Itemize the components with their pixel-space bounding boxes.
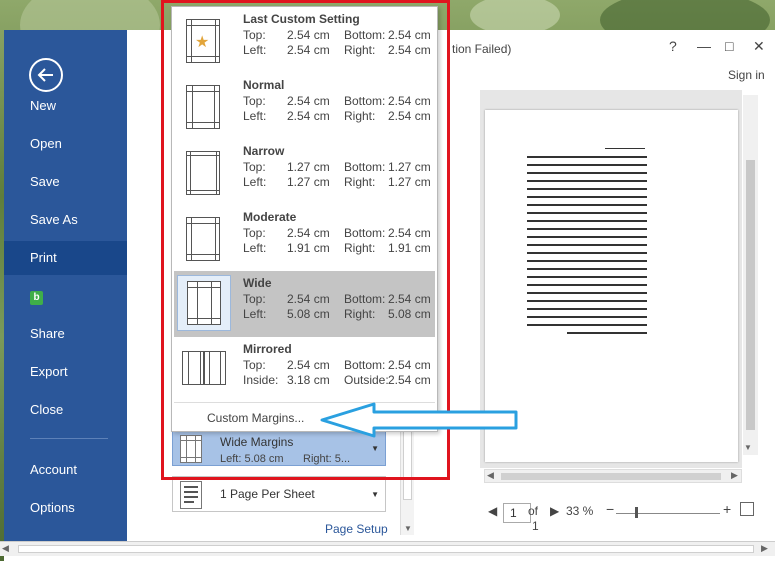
text-line [527,244,647,246]
text-line [527,308,647,310]
text-line [527,300,647,302]
nav-share[interactable]: Share [4,317,127,351]
nav-save-as[interactable]: Save As [4,203,127,237]
nav-close[interactable]: Close [4,393,127,427]
sign-in-link[interactable]: Sign in [728,68,765,82]
pages-per-sheet-dropdown[interactable]: 1 Page Per Sheet ▼ [172,476,386,512]
window-hscroll-thumb[interactable] [18,545,754,553]
zoom-slider-thumb[interactable] [635,507,638,518]
minimize-button[interactable]: — [697,38,711,54]
text-line [527,164,647,166]
text-line [527,284,647,286]
text-line [527,236,647,238]
text-line [527,188,647,190]
page-next-icon[interactable]: ▶ [550,504,559,518]
nav-export[interactable]: Export [4,355,127,389]
scroll-left-icon[interactable]: ◀ [487,470,494,481]
page-number-input[interactable]: 1 [503,503,531,523]
arrow-left-icon [320,402,518,438]
zoom-to-page-icon[interactable] [740,502,754,516]
close-button[interactable]: ✕ [753,38,765,55]
text-line [527,268,647,270]
text-line [605,148,645,149]
preview-scroll-thumb[interactable] [746,160,755,430]
scroll-right-icon[interactable]: ▶ [731,470,738,481]
preview-page [485,110,738,462]
page-prev-icon[interactable]: ◀ [488,504,497,518]
page-of-label: of [528,504,539,518]
help-button[interactable]: ? [669,38,677,54]
chevron-down-icon: ▼ [371,490,379,499]
text-line [527,196,647,198]
scroll-right-icon[interactable]: ▶ [761,543,768,554]
text-line [527,180,647,182]
text-line [527,292,647,294]
text-line [527,220,647,222]
nav-addin[interactable]: b [4,279,127,313]
nav-new[interactable]: New [4,89,127,123]
scroll-left-icon[interactable]: ◀ [2,543,9,554]
scroll-down-icon[interactable]: ▼ [404,524,412,533]
nav-print[interactable]: Print [4,241,127,275]
zoom-in-button[interactable]: + [723,501,731,517]
nav-open[interactable]: Open [4,127,127,161]
window-horizontal-scrollbar[interactable]: ◀ ▶ [0,541,775,556]
text-line [527,212,647,214]
preview-horizontal-scrollbar[interactable]: ◀ ▶ [484,469,742,483]
text-line [527,156,647,158]
window-title: tion Failed) [452,42,512,56]
page-total: 1 [532,519,539,533]
scroll-down-icon[interactable]: ▼ [744,443,752,452]
text-line [527,228,647,230]
restore-button[interactable]: □ [725,38,733,54]
back-button[interactable] [29,58,63,92]
nav-save[interactable]: Save [4,165,127,199]
text-line [527,276,647,278]
text-line [527,324,647,326]
nav-account[interactable]: Account [4,453,127,487]
text-line [527,316,647,318]
text-line [567,332,647,334]
nav-separator [30,438,108,439]
text-line [527,204,647,206]
text-line [527,172,647,174]
arrow-left-icon [37,68,53,82]
page-setup-link[interactable]: Page Setup [325,522,388,536]
text-line [527,260,647,262]
nav-options[interactable]: Options [4,491,127,525]
text-line [527,252,647,254]
zoom-slider[interactable] [616,513,720,514]
page-icon [180,481,202,509]
preview-hscroll-thumb[interactable] [501,473,721,480]
backstage-sidebar: New Open Save Save As Print b Share Expo… [4,30,127,545]
preview-vertical-scrollbar[interactable] [743,95,758,455]
zoom-level[interactable]: 33 % [566,504,593,518]
addin-b-icon: b [30,291,43,305]
zoom-out-button[interactable]: − [606,501,614,517]
pages-per-sheet-label: 1 Page Per Sheet [220,487,315,501]
